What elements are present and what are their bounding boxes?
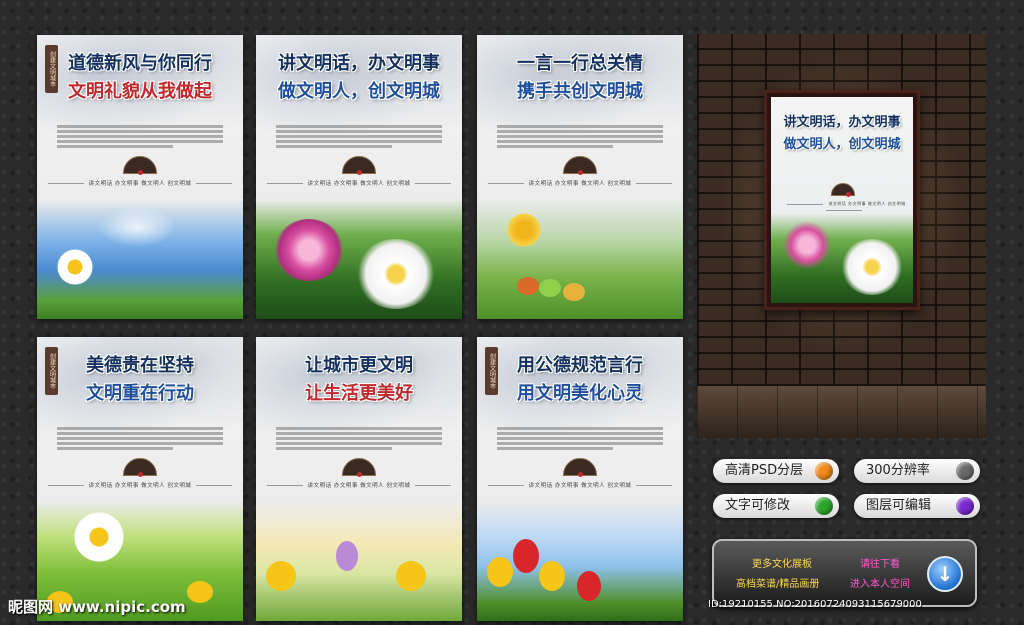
body-text xyxy=(276,425,442,461)
poster-headline-2: 文明礼貌从我做起 xyxy=(68,81,212,102)
gray-dot-icon xyxy=(956,462,974,480)
body-text xyxy=(57,425,223,461)
poster-slogan: 讲文明话 办文明事 做文明人 创文明城 xyxy=(256,481,462,489)
framed-poster: 讲文明话，办文明事 做文明人，创文明城 讲文明话 办文明事 做文明人 创文明城 xyxy=(764,90,920,310)
poster-headline-1: 让城市更文明 xyxy=(305,355,413,376)
poster-5: 让城市更文明 让生活更美好 讲文明话 办文明事 做文明人 创文明城 xyxy=(256,337,462,621)
poster-slogan: 讲文明话 办文明事 做文明人 创文明城 xyxy=(37,179,243,187)
feature-badge-text-editable: 文字可修改 xyxy=(713,494,839,518)
purple-dot-icon xyxy=(956,497,974,515)
personal-space-link[interactable]: 进入本人空间 xyxy=(850,579,910,591)
daisy-sky-scene xyxy=(37,199,243,319)
badge-label: 300分辨率 xyxy=(866,463,930,478)
poster-slogan: 讲文明话 办文明事 做文明人 创文明城 xyxy=(477,179,683,187)
fan-emblem-icon xyxy=(831,183,855,197)
badge-label: 图层可编辑 xyxy=(866,498,932,513)
image-id-watermark: ID:19210155 NO:20160724093115679000 xyxy=(708,599,922,610)
feature-badge-resolution: 300分辨率 xyxy=(854,459,980,483)
more-panels-link[interactable]: 更多文化展板 xyxy=(752,559,812,571)
eggs-grass-scene xyxy=(477,199,683,319)
menu-catalog-link[interactable]: 高档菜谱/精品画册 xyxy=(736,579,819,591)
mockup-headline-2: 做文明人，创文明城 xyxy=(783,137,901,152)
body-text xyxy=(276,123,442,159)
poster-6: 创建文明城市 用公德规范言行 用文明美化心灵 讲文明话 办文明事 做文明人 创文… xyxy=(477,337,683,621)
poster-1: 创建文明城市 道德新风与你同行 文明礼貌从我做起 讲文明话 办文明事 做文明人 … xyxy=(37,35,243,319)
feature-badge-layers-editable: 图层可编辑 xyxy=(854,494,980,518)
body-text xyxy=(497,425,663,461)
body-text xyxy=(497,123,663,159)
poster-headline-1: 用公德规范言行 xyxy=(517,355,643,376)
poster-3: 一言一行总关情 携手共创文明城 讲文明话 办文明事 做文明人 创文明城 xyxy=(477,35,683,319)
poster-headline-1: 讲文明话，办文明事 xyxy=(278,53,440,74)
badge-label: 高清PSD分层 xyxy=(725,463,804,478)
scroll-down-link[interactable]: 请往下看 xyxy=(860,559,900,571)
poster-headline-2: 携手共创文明城 xyxy=(517,81,643,102)
poster-2: 讲文明话，办文明事 做文明人，创文明城 讲文明话 办文明事 做文明人 创文明城 xyxy=(256,35,462,319)
wooden-floor xyxy=(697,386,986,438)
lotus-scene xyxy=(771,213,913,303)
orange-dot-icon xyxy=(815,462,833,480)
badge-label: 文字可修改 xyxy=(725,498,791,513)
arrow-down-icon[interactable]: ↓ xyxy=(927,556,963,592)
poster-slogan: 讲文明话 办文明事 做文明人 创文明城 xyxy=(256,179,462,187)
mockup-slogan: 讲文明话 办文明事 做文明人 创文明城 xyxy=(771,201,913,212)
lotus-scene xyxy=(256,199,462,319)
tulip-field-scene xyxy=(477,501,683,621)
mockup-headline-1: 讲文明话，办文明事 xyxy=(783,115,901,130)
body-text xyxy=(57,123,223,159)
green-dot-icon xyxy=(815,497,833,515)
site-watermark: 昵图网 www.nipic.com xyxy=(8,598,186,616)
feature-badge-psd: 高清PSD分层 xyxy=(713,459,839,483)
poster-headline-2: 让生活更美好 xyxy=(305,383,413,404)
poster-headline-2: 做文明人，创文明城 xyxy=(278,81,440,102)
tulip-soft-scene xyxy=(256,501,462,621)
poster-headline-2: 用文明美化心灵 xyxy=(517,383,643,404)
poster-headline-1: 美德贵在坚持 xyxy=(86,355,194,376)
poster-headline-1: 道德新风与你同行 xyxy=(68,53,212,74)
poster-slogan: 讲文明话 办文明事 做文明人 创文明城 xyxy=(37,481,243,489)
poster-headline-2: 文明重在行动 xyxy=(86,383,194,404)
poster-slogan: 讲文明话 办文明事 做文明人 创文明城 xyxy=(477,481,683,489)
poster-4: 创建文明城市 美德贵在坚持 文明重在行动 讲文明话 办文明事 做文明人 创文明城 xyxy=(37,337,243,621)
poster-headline-1: 一言一行总关情 xyxy=(517,53,643,74)
